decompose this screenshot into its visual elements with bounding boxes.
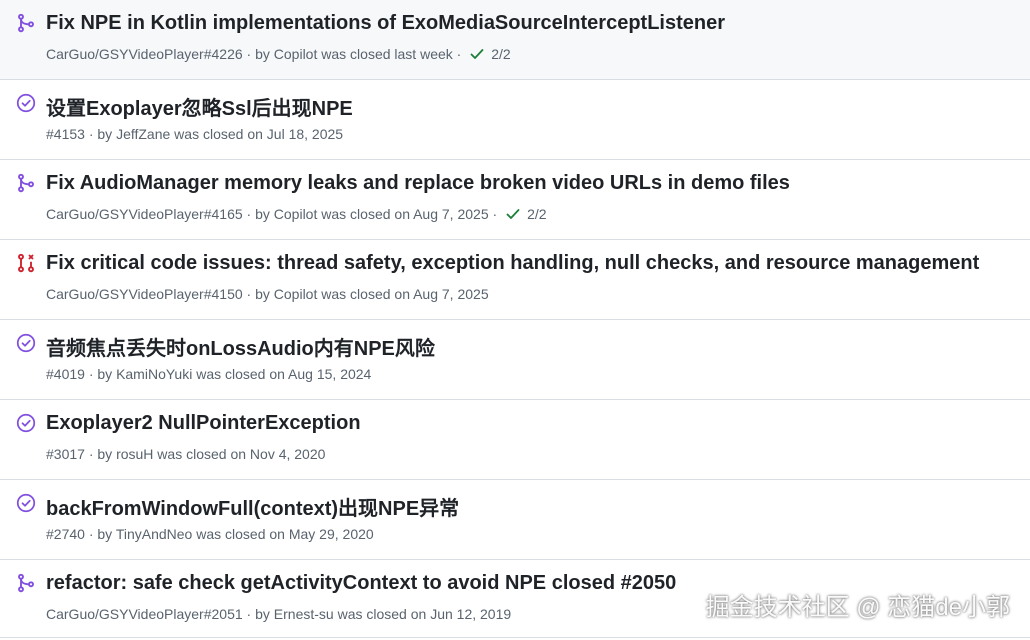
merged-pr-icon [16, 173, 36, 193]
checks-count: 2/2 [527, 206, 547, 222]
item-author[interactable]: Copilot [274, 286, 318, 302]
list-item[interactable]: Fix NPE in Kotlin implementations of Exo… [0, 0, 1030, 80]
item-status: was closed on Aug 15, 2024 [192, 366, 372, 382]
item-status: was closed last week [317, 46, 453, 62]
list-item[interactable]: 音频焦点丢失时onLossAudio内有NPE风险 #4019 · by Kam… [0, 320, 1030, 400]
merged-pr-icon [16, 573, 36, 593]
item-status: was closed on Jun 12, 2019 [333, 606, 512, 622]
item-status: was closed on Aug 7, 2025 [317, 286, 489, 302]
item-meta: #3017 · by rosuH was closed on Nov 4, 20… [46, 446, 325, 462]
item-author[interactable]: Ernest-su [274, 606, 334, 622]
search-results-list: Fix NPE in Kotlin implementations of Exo… [0, 0, 1030, 638]
item-title[interactable]: Fix NPE in Kotlin implementations of Exo… [46, 12, 1010, 35]
item-meta: #4153 · by JeffZane was closed on Jul 18… [46, 126, 343, 142]
checks-separator: · [452, 46, 466, 62]
item-ref[interactable]: CarGuo/GSYVideoPlayer#4150 [46, 286, 243, 302]
checks-separator: · [488, 206, 502, 222]
closed-issue-icon [16, 333, 36, 353]
item-title[interactable]: 音频焦点丢失时onLossAudio内有NPE风险 [46, 332, 1010, 361]
watermark: 掘金技术社区 @ 恋猫de小郭 [705, 594, 1010, 621]
item-status: was closed on Jul 18, 2025 [170, 126, 344, 142]
checks-count: 2/2 [491, 46, 511, 62]
check-icon [470, 49, 484, 59]
item-title[interactable]: 设置Exoplayer忽略Ssl后出现NPE [46, 92, 1010, 121]
item-status: was closed on Aug 7, 2025 [317, 206, 489, 222]
item-title[interactable]: backFromWindowFull(context)出现NPE异常 [46, 492, 1010, 521]
item-meta: #4019 · by KamiNoYuki was closed on Aug … [46, 366, 371, 382]
by-prefix: · by [242, 46, 274, 62]
by-prefix: · by [84, 526, 116, 542]
item-status: was closed on May 29, 2020 [192, 526, 374, 542]
checks-status[interactable]: 2/2 [505, 206, 547, 222]
list-item[interactable]: Exoplayer2 NullPointerException #3017 · … [0, 400, 1030, 480]
list-item[interactable]: 设置Exoplayer忽略Ssl后出现NPE #4153 · by JeffZa… [0, 80, 1030, 160]
item-ref[interactable]: #2740 [46, 526, 85, 542]
item-author[interactable]: rosuH [116, 446, 153, 462]
item-meta: CarGuo/GSYVideoPlayer#4165 · by Copilot … [46, 206, 547, 222]
item-author[interactable]: JeffZane [116, 126, 170, 142]
item-meta: CarGuo/GSYVideoPlayer#4150 · by Copilot … [46, 286, 489, 302]
list-item[interactable]: Fix AudioManager memory leaks and replac… [0, 160, 1030, 240]
item-meta: CarGuo/GSYVideoPlayer#2051 · by Ernest-s… [46, 606, 511, 622]
by-prefix: · by [84, 446, 117, 462]
merged-pr-icon [16, 13, 36, 33]
list-item[interactable]: Fix critical code issues: thread safety,… [0, 240, 1030, 320]
closed-issue-icon [16, 413, 36, 433]
item-author[interactable]: Copilot [274, 46, 318, 62]
item-author[interactable]: KamiNoYuki [116, 366, 192, 382]
item-meta: #2740 · by TinyAndNeo was closed on May … [46, 526, 374, 542]
item-ref[interactable]: CarGuo/GSYVideoPlayer#4226 [46, 46, 243, 62]
item-ref[interactable]: #4153 [46, 126, 85, 142]
item-ref[interactable]: CarGuo/GSYVideoPlayer#2051 [46, 606, 243, 622]
checks-status[interactable]: 2/2 [469, 46, 511, 62]
item-title[interactable]: Exoplayer2 NullPointerException [46, 412, 1010, 435]
item-author[interactable]: TinyAndNeo [116, 526, 193, 542]
list-item[interactable]: backFromWindowFull(context)出现NPE异常 #2740… [0, 480, 1030, 560]
closed-issue-icon [16, 93, 36, 113]
item-title[interactable]: Fix AudioManager memory leaks and replac… [46, 172, 1010, 195]
item-author[interactable]: Copilot [274, 206, 318, 222]
item-meta: CarGuo/GSYVideoPlayer#4226 · by Copilot … [46, 46, 511, 62]
item-ref[interactable]: #3017 [46, 446, 85, 462]
check-icon [506, 209, 520, 219]
item-ref[interactable]: #4019 [46, 366, 85, 382]
item-status: was closed on Nov 4, 2020 [153, 446, 326, 462]
by-prefix: · by [242, 606, 274, 622]
by-prefix: · by [84, 366, 117, 382]
by-prefix: · by [242, 206, 274, 222]
closed-issue-icon [16, 493, 36, 513]
by-prefix: · by [242, 286, 274, 302]
item-title[interactable]: Fix critical code issues: thread safety,… [46, 252, 1010, 275]
closed-pr-icon [16, 253, 36, 273]
by-prefix: · by [84, 126, 117, 142]
item-ref[interactable]: CarGuo/GSYVideoPlayer#4165 [46, 206, 243, 222]
